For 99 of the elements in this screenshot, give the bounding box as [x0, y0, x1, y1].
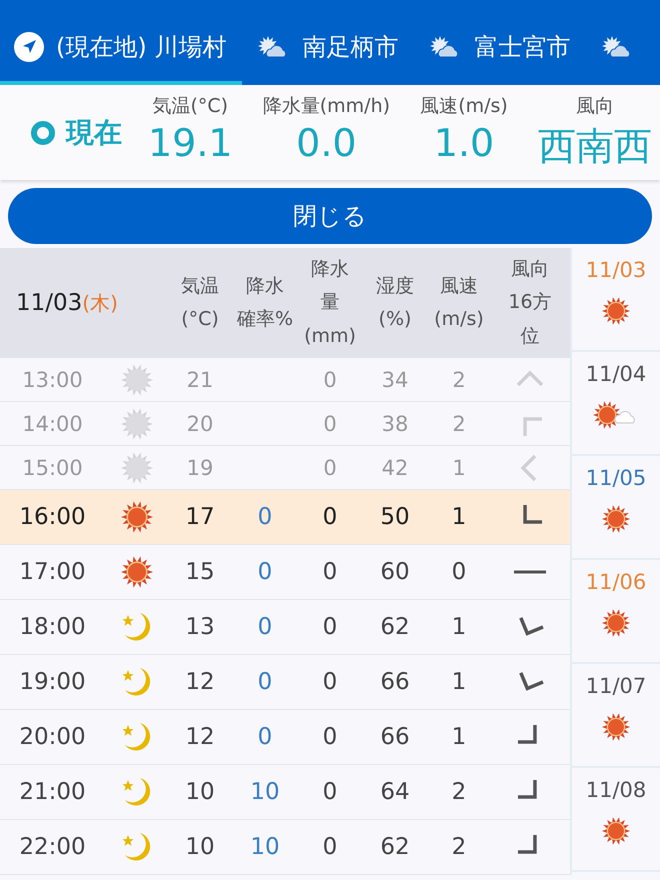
precip-amount-cell: 0	[322, 669, 338, 695]
time-cell: 13:00	[22, 368, 83, 392]
temperature-cell: 15	[185, 559, 215, 585]
reading-value: 1.0	[434, 121, 494, 165]
wind-speed-cell: 1	[452, 504, 466, 530]
humidity-cell: 60	[380, 559, 410, 585]
reading-label: 風速(m/s)	[420, 94, 508, 119]
wind-speed-cell: 2	[452, 834, 466, 860]
reading-value: 19.1	[148, 121, 233, 165]
wind-speed-cell: 2	[452, 412, 466, 436]
location-tab[interactable]: 南足柄市	[242, 12, 414, 85]
precip-amount-cell: 0	[323, 456, 337, 480]
temperature-cell: 10	[185, 779, 215, 805]
precip-amount-cell: 0	[322, 504, 338, 530]
humidity-cell: 38	[382, 412, 408, 436]
reading-value: 0.0	[296, 121, 357, 165]
wind-speed-cell: 1	[452, 669, 466, 695]
column-header: 湿度 (%)	[376, 274, 414, 332]
precip-amount-cell: 0	[322, 559, 338, 585]
day-date: 11/08	[586, 778, 646, 802]
day-date: 11/03	[586, 258, 646, 282]
column-header: 降水 量 (mm)	[304, 257, 356, 349]
precip-amount-cell: 0	[322, 779, 338, 805]
precip-chance-cell: 10	[250, 779, 280, 805]
wind-speed-cell: 1	[452, 614, 466, 640]
time-cell: 20:00	[19, 724, 86, 750]
ring-icon	[30, 120, 56, 146]
precip-amount-cell: 0	[322, 614, 338, 640]
sun-icon	[601, 296, 631, 326]
humidity-cell: 62	[380, 614, 410, 640]
current-label: 現在	[66, 114, 122, 150]
sun-icon	[120, 500, 154, 534]
wind-speed-cell: 0	[452, 559, 466, 585]
sun-icon	[120, 555, 154, 589]
sun-icon	[120, 406, 154, 440]
reading-label: 気温(°C)	[152, 94, 228, 119]
wind-speed-cell: 2	[452, 368, 466, 392]
sun-icon	[601, 608, 631, 638]
time-cell: 22:00	[19, 834, 86, 860]
reading-label: 風向	[576, 94, 614, 119]
day-item[interactable]: 11/04	[572, 352, 660, 456]
day-date: 11/07	[586, 674, 646, 698]
wind-speed-cell: 1	[452, 724, 466, 750]
temperature-cell: 21	[186, 368, 214, 392]
precip-chance-cell: 0	[258, 724, 272, 750]
humidity-cell: 50	[380, 504, 410, 530]
humidity-cell: 66	[380, 669, 410, 695]
column-header: 風速 (m/s)	[434, 274, 484, 332]
time-cell: 14:00	[22, 412, 83, 436]
wind-speed-cell: 2	[452, 779, 466, 805]
temperature-cell: 20	[186, 412, 214, 436]
humidity-cell: 42	[382, 456, 408, 480]
reading-label: 降水量(mm/h)	[262, 94, 390, 119]
temperature-cell: 17	[185, 504, 215, 530]
temperature-cell: 10	[185, 834, 215, 860]
day-date: 11/04	[586, 362, 646, 386]
precip-amount-cell: 0	[323, 412, 337, 436]
precip-amount-cell: 0	[322, 834, 338, 860]
precip-amount-cell: 0	[323, 368, 337, 392]
reading-value: 西南西	[538, 123, 652, 170]
temperature-cell: 12	[185, 724, 215, 750]
time-cell: 21:00	[19, 779, 86, 805]
day-item[interactable]: 11/05	[572, 456, 660, 560]
time-cell: 16:00	[19, 504, 86, 530]
humidity-cell: 62	[380, 834, 410, 860]
column-header: 風向 16方 位	[508, 257, 552, 349]
temperature-cell: 12	[185, 669, 215, 695]
sun-icon	[120, 362, 154, 396]
wind-speed-cell: 1	[452, 456, 466, 480]
humidity-cell: 66	[380, 724, 410, 750]
close-button[interactable]: 閉じる	[8, 188, 652, 244]
sun-icon	[120, 450, 154, 484]
precip-chance-cell: 0	[258, 669, 272, 695]
sun-icon	[601, 504, 631, 534]
humidity-cell: 64	[380, 779, 410, 805]
day-date: 11/05	[586, 466, 646, 490]
column-header: 降水 確率%	[236, 274, 294, 332]
temperature-cell: 19	[186, 456, 214, 480]
precip-chance-cell: 10	[250, 834, 280, 860]
day-item[interactable]: 11/08	[572, 768, 660, 872]
time-cell: 18:00	[19, 614, 86, 640]
precip-amount-cell: 0	[322, 724, 338, 750]
header-weekday: (木)	[82, 290, 118, 316]
sun-icon	[601, 816, 631, 846]
location-icon	[14, 32, 44, 62]
time-cell: 19:00	[19, 669, 86, 695]
temperature-cell: 13	[185, 614, 215, 640]
time-cell: 17:00	[19, 559, 86, 585]
day-item[interactable]: 11/07	[572, 664, 660, 768]
header-date: 11/03	[16, 290, 82, 316]
precip-chance-cell: 0	[258, 614, 272, 640]
precip-chance-cell: 0	[258, 504, 272, 530]
location-tab[interactable]: 富士宮市	[414, 12, 586, 85]
column-header: 気温 (°C)	[181, 274, 219, 332]
sun-icon	[601, 712, 631, 742]
day-date: 11/06	[586, 570, 646, 594]
humidity-cell: 34	[382, 368, 408, 392]
precip-chance-cell: 0	[258, 559, 272, 585]
time-cell: 15:00	[22, 456, 83, 480]
